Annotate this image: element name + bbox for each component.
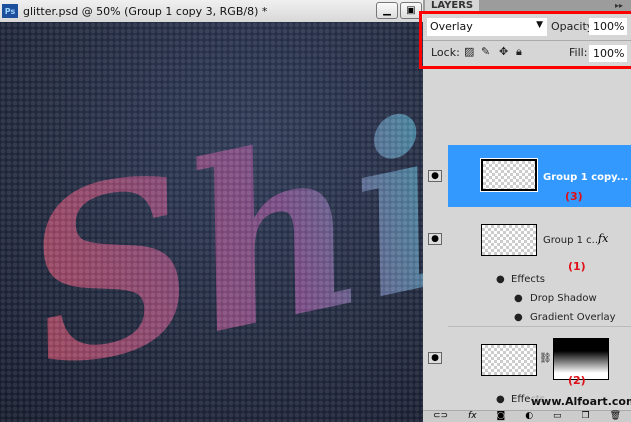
layer-thumbnail [480, 158, 538, 192]
adjustment-icon[interactable]: ◐ [525, 411, 533, 422]
document-titlebar: Ps glitter.psd @ 50% (Group 1 copy 3, RG… [0, 0, 423, 22]
panel-bottom-toolbar: ⊂⊃ fx ◙ ◐ ▭ ❐ 🗑︎ [423, 410, 631, 422]
fx-icon[interactable]: fx [598, 232, 608, 245]
photoshop-icon: Ps [2, 4, 18, 18]
effect-gradient-overlay[interactable]: Gradient Overlay [530, 312, 616, 323]
visibility-eye-icon[interactable]: ● [428, 170, 442, 182]
trash-icon[interactable]: 🗑︎ [610, 411, 621, 422]
gradient-overlay-eye-icon[interactable]: ● [514, 312, 523, 323]
watermark: www.Alfoart.com [531, 395, 631, 408]
layer-name: Group 1 c... [543, 235, 602, 246]
folder-icon[interactable]: ▭ [553, 411, 562, 422]
blend-mode-select[interactable]: Overlay ▼ [427, 18, 547, 36]
drop-shadow-eye-icon[interactable]: ● [514, 293, 523, 304]
minimize-button[interactable]: ▁ [376, 2, 398, 19]
annotation-2: (2) [568, 374, 586, 387]
new-layer-icon[interactable]: ❐ [582, 411, 590, 422]
layer-name: Group 1 copy... [543, 172, 629, 183]
fill-input[interactable]: 100% [589, 45, 627, 62]
layer-row-selected[interactable]: Group 1 copy... (3) [448, 145, 631, 207]
mask-icon[interactable]: ◙ [497, 411, 506, 422]
lock-brush-icon[interactable]: ✎ [481, 45, 490, 58]
layer-thumbnail [481, 224, 537, 256]
layer-thumbnail [481, 344, 537, 376]
layer-row[interactable]: Group 1 c... fx (1) ● Effects ● Drop Sha… [448, 207, 631, 327]
layers-panel: LAYERS ▸▸ Overlay ▼ Opacity: 100% Lock: ▨… [419, 0, 631, 422]
blend-mode-value: Overlay [430, 20, 473, 33]
lock-all-icon[interactable]: 🔒︎ [516, 45, 522, 59]
lock-move-icon[interactable]: ✥ [499, 45, 508, 58]
effects-label: Effects [511, 274, 545, 285]
effects-eye-icon[interactable]: ● [496, 394, 505, 405]
link-icon[interactable]: ⛓ [539, 353, 552, 364]
document-window: Ps glitter.psd @ 50% (Group 1 copy 3, RG… [0, 0, 423, 422]
annotation-1: (1) [568, 260, 586, 273]
visibility-eye-icon[interactable]: ● [428, 352, 442, 364]
fill-label: Fill: [569, 46, 588, 59]
visibility-eye-icon[interactable]: ● [428, 233, 442, 245]
divider [423, 40, 631, 41]
lock-label: Lock: [431, 46, 460, 59]
effects-eye-icon[interactable]: ● [496, 274, 505, 285]
opacity-input[interactable]: 100% [589, 18, 627, 35]
effect-drop-shadow[interactable]: Drop Shadow [530, 293, 597, 304]
fx-icon[interactable]: fx [468, 411, 477, 422]
link-icon[interactable]: ⊂⊃ [433, 411, 448, 422]
annotation-3: (3) [565, 190, 583, 203]
chevron-down-icon: ▼ [536, 20, 543, 30]
document-title: glitter.psd @ 50% (Group 1 copy 3, RGB/8… [23, 4, 268, 18]
canvas[interactable]: Shin [0, 22, 423, 422]
lock-transparency-icon[interactable]: ▨ [464, 45, 474, 58]
